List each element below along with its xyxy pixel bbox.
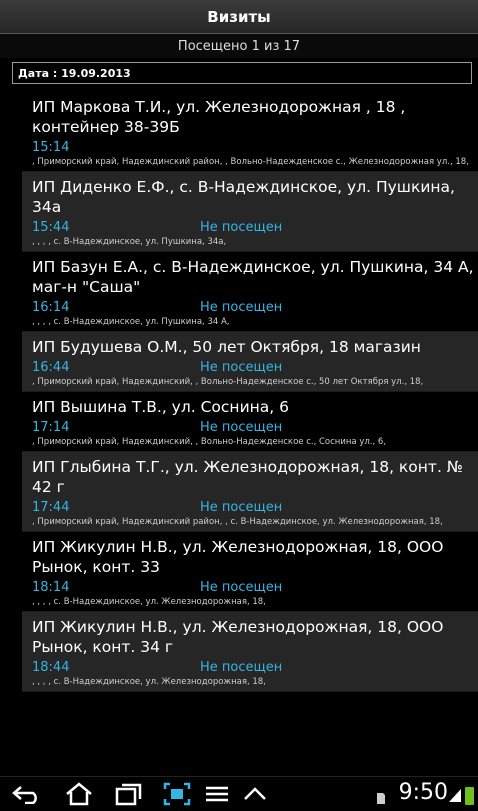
list-item[interactable]: ИП Жикулин Н.В., ул. Железнодорожная, 18… <box>22 532 478 612</box>
visit-status: Не посещен <box>200 220 283 235</box>
visit-address: , , , , с. В-Надеждинское, ул. Пушкина, … <box>32 237 227 247</box>
visit-name: ИП Жикулин Н.В., ул. Железнодорожная, 18… <box>32 618 444 656</box>
visit-address: , Приморский край, Надеждинский район, ,… <box>32 517 443 527</box>
list-item[interactable]: ИП Жикулин Н.В., ул. Железнодорожная, 18… <box>22 612 478 692</box>
visit-address: , , , , с. В-Надеждинское, ул. Пушкина, … <box>32 317 230 327</box>
menu-icon[interactable] <box>200 779 234 809</box>
visit-time: 15:44 <box>32 220 70 235</box>
visit-time: 15:14 <box>32 140 70 155</box>
date-field[interactable]: Дата : 19.09.2013 <box>12 62 472 84</box>
visit-status: Не посещен <box>200 580 283 595</box>
visit-name: ИП Глыбина Т.Г., ул. Железнодорожная, 18… <box>32 458 463 496</box>
list-item[interactable]: ИП Базун Е.А., с. В-Надеждинское, ул. Пу… <box>22 252 478 332</box>
sd-card-icon <box>376 790 386 809</box>
list-item[interactable]: ИП Вышина Т.В., ул. Соснина, 6 17:14 Не п… <box>22 392 478 452</box>
visit-address: , , , , с. В-Надеждинское, ул. Железнодо… <box>32 597 266 607</box>
screenshot-icon[interactable] <box>160 779 194 809</box>
list-item[interactable]: ИП Будушева О.М., 50 лет Октября, 18 маг… <box>22 332 478 392</box>
visits-list[interactable]: ИП Маркова Т.И., ул. Железнодорожная , 1… <box>22 92 478 776</box>
visit-name: ИП Диденко Е.Ф., с. В-Надеждинское, ул. … <box>32 178 455 216</box>
visit-name: ИП Будушева О.М., 50 лет Октября, 18 маг… <box>32 338 421 356</box>
visit-status: Не посещен <box>200 660 283 675</box>
list-item[interactable]: ИП Диденко Е.Ф., с. В-Надеждинское, ул. … <box>22 172 478 252</box>
home-icon[interactable] <box>62 779 96 809</box>
visit-name: ИП Вышина Т.В., ул. Соснина, 6 <box>32 398 289 416</box>
visit-time: 18:44 <box>32 660 70 675</box>
visit-status: Не посещен <box>200 360 283 375</box>
signal-icon <box>448 787 462 807</box>
visit-status: Не посещен <box>200 420 283 435</box>
visit-address: , Приморский край, Надеждинский, , Вольн… <box>32 437 387 447</box>
page-title: Визиты <box>0 0 478 34</box>
visit-name: ИП Жикулин Н.В., ул. Железнодорожная, 18… <box>32 538 444 576</box>
visit-time: 16:44 <box>32 360 70 375</box>
visit-status: Не посещен <box>200 300 283 315</box>
visit-time: 16:14 <box>32 300 70 315</box>
visit-status: Не посещен <box>200 500 283 515</box>
visit-address: , Приморский край, Надеждинский район, ,… <box>32 157 469 167</box>
system-bar: 9:50 <box>0 776 478 811</box>
recent-apps-icon[interactable] <box>112 779 146 809</box>
list-item[interactable]: ИП Глыбина Т.Г., ул. Железнодорожная, 18… <box>22 452 478 532</box>
back-icon[interactable] <box>10 779 44 809</box>
visit-time: 18:14 <box>32 580 70 595</box>
clock: 9:50 <box>398 780 448 805</box>
expand-up-icon[interactable] <box>238 779 272 809</box>
battery-icon <box>465 787 474 805</box>
list-item[interactable]: ИП Маркова Т.И., ул. Железнодорожная , 1… <box>22 92 478 172</box>
visit-time: 17:14 <box>32 420 70 435</box>
visit-name: ИП Маркова Т.И., ул. Железнодорожная , 1… <box>32 98 406 136</box>
visit-address: , , , , с. В-Надеждинское, ул. Железнодо… <box>32 677 266 687</box>
visited-counter: Посещено 1 из 17 <box>0 34 478 58</box>
visit-address: , Приморский край, Надеждинский, , Вольн… <box>32 377 424 387</box>
visit-name: ИП Базун Е.А., с. В-Надеждинское, ул. Пу… <box>32 258 474 296</box>
visit-time: 17:44 <box>32 500 70 515</box>
